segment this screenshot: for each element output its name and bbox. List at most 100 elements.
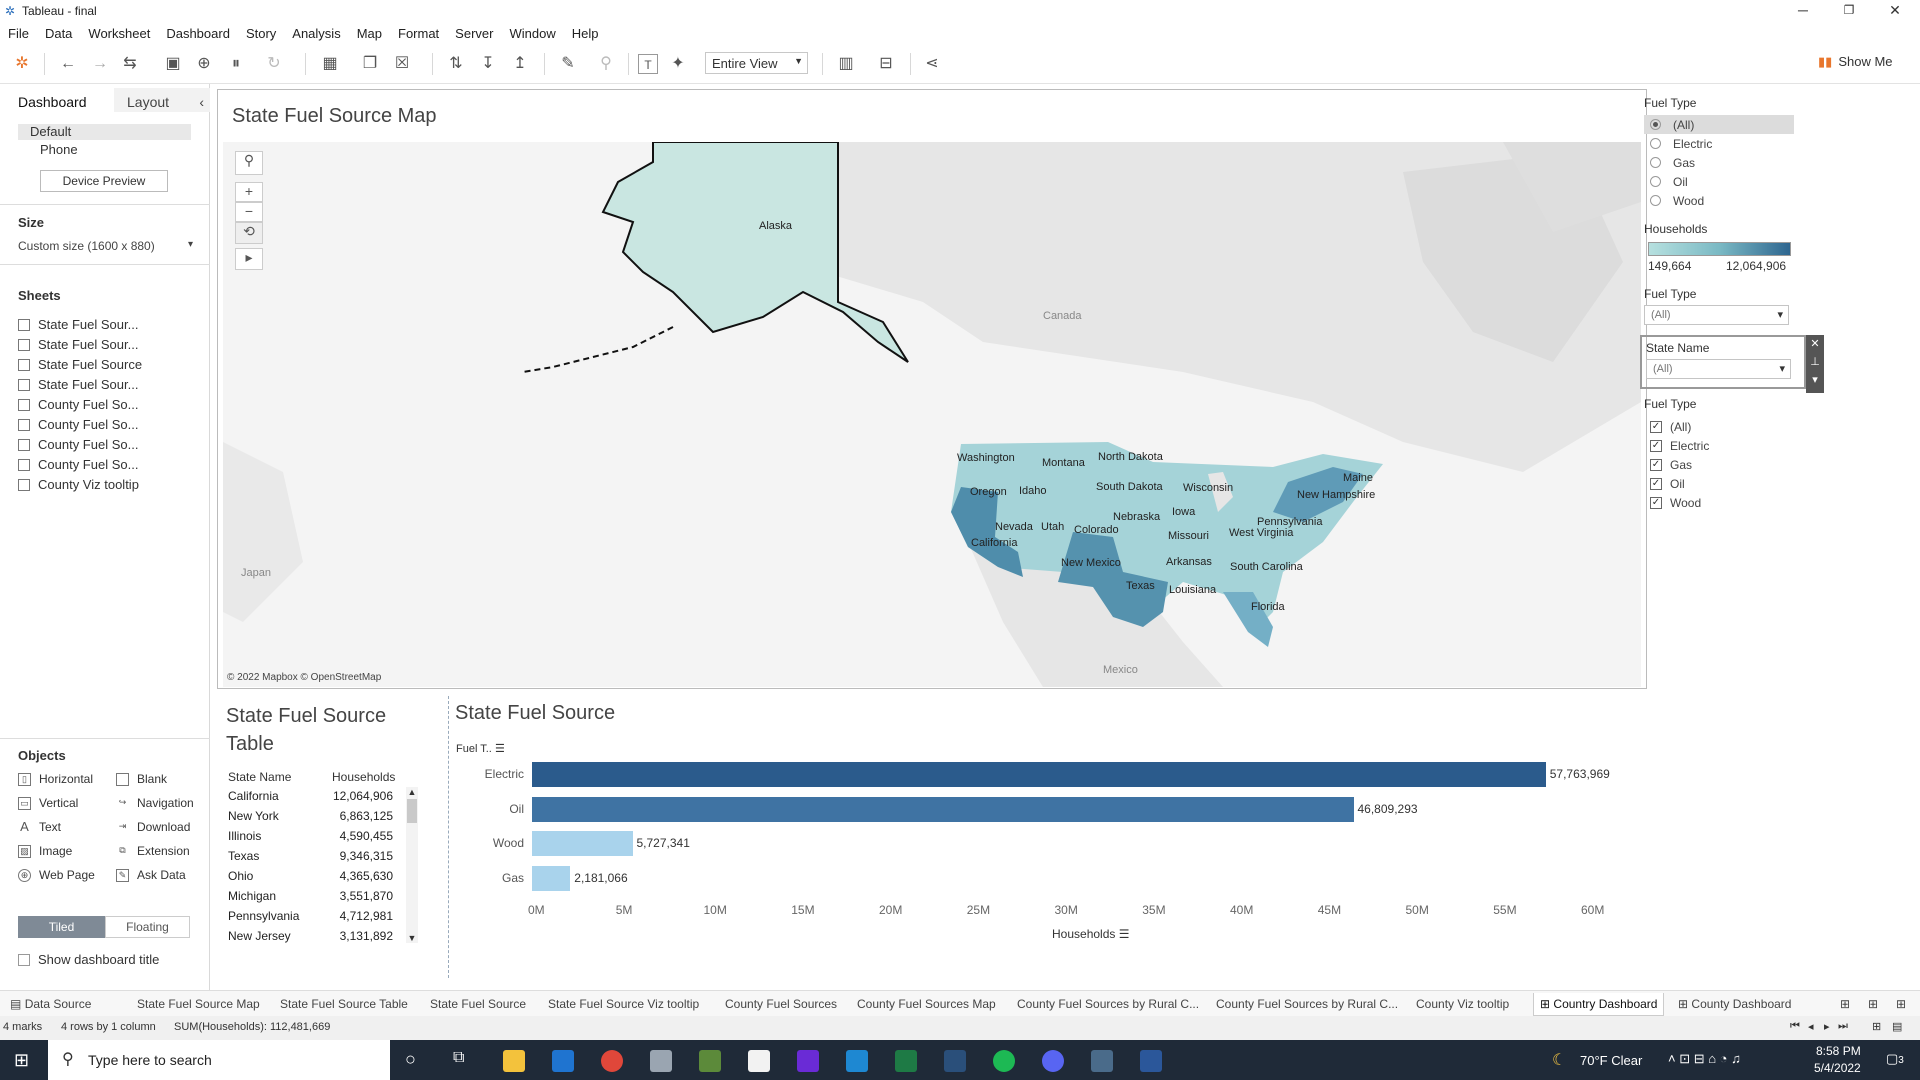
- table-header-state[interactable]: State Name: [228, 770, 291, 784]
- sheet-item[interactable]: County Fuel So...: [18, 437, 138, 452]
- new-worksheet-icon[interactable]: ▦: [320, 54, 340, 74]
- replay-icon[interactable]: ⇆: [120, 54, 140, 74]
- excel-icon[interactable]: [895, 1050, 917, 1072]
- checkbox-option[interactable]: ✓ Gas: [1644, 455, 1804, 474]
- new-dashboard-icon[interactable]: ⊞: [1868, 997, 1878, 1011]
- object-extension[interactable]: ⧉ Extension: [116, 844, 189, 858]
- tab-sheet[interactable]: County Fuel Sources by Rural C...: [1216, 997, 1398, 1011]
- show-cards-icon[interactable]: ▥: [836, 54, 856, 74]
- chevron-down-icon[interactable]: ▾: [1806, 371, 1824, 389]
- scroll-thumb[interactable]: [407, 799, 417, 823]
- pin-icon[interactable]: ⊥: [1806, 353, 1824, 371]
- taskbar-search-box[interactable]: ⚲ Type here to search: [48, 1040, 390, 1080]
- object-image[interactable]: ▨ Image: [18, 844, 72, 858]
- pause-updates-icon[interactable]: ⏸: [226, 54, 246, 74]
- minimize-button[interactable]: ─: [1780, 0, 1826, 22]
- map-frame[interactable]: State Fuel Source Map ⚲ + − ⟲ ▸ Alaska C…: [217, 89, 1647, 689]
- show-me-button[interactable]: ▮▮ Show Me: [1818, 54, 1893, 70]
- collapse-icon[interactable]: ‹: [199, 94, 204, 110]
- maximize-button[interactable]: ❐: [1826, 0, 1872, 22]
- file-explorer-icon[interactable]: [503, 1050, 525, 1072]
- tab-sheet[interactable]: State Fuel Source Map: [137, 997, 260, 1011]
- nav-first-icon[interactable]: ⏮: [1790, 1020, 1800, 1033]
- menu-story[interactable]: Story: [246, 26, 276, 41]
- state-name-filter-card[interactable]: State Name (All) ✕ ⊥ ▾: [1640, 335, 1824, 393]
- sheet-item[interactable]: County Viz tooltip: [18, 477, 139, 492]
- checkbox-option[interactable]: ✓ Wood: [1644, 493, 1804, 512]
- tiled-button[interactable]: Tiled: [18, 916, 105, 938]
- map-toolbar-expand-button[interactable]: ▸: [235, 248, 263, 270]
- mail-icon[interactable]: [552, 1050, 574, 1072]
- cortana-icon[interactable]: ○: [405, 1049, 416, 1070]
- radio-option[interactable]: Electric: [1644, 134, 1804, 153]
- vscode-icon[interactable]: [846, 1050, 868, 1072]
- menu-analysis[interactable]: Analysis: [292, 26, 340, 41]
- menu-format[interactable]: Format: [398, 26, 439, 41]
- object-webpage[interactable]: ⊕ Web Page: [18, 868, 95, 882]
- tab-sheet[interactable]: County Fuel Sources Map: [857, 997, 996, 1011]
- object-blank[interactable]: Blank: [116, 772, 167, 786]
- close-icon[interactable]: ✕: [1806, 335, 1824, 353]
- yahoo-icon[interactable]: [797, 1050, 819, 1072]
- checkbox-option[interactable]: ✓ Oil: [1644, 474, 1804, 493]
- close-button[interactable]: ✕: [1872, 0, 1918, 22]
- tab-sheet[interactable]: County Viz tooltip: [1416, 997, 1509, 1011]
- tab-data-source[interactable]: ▤ Data Source: [10, 997, 91, 1011]
- sort-asc-icon[interactable]: ↧: [478, 54, 498, 74]
- notification-icon[interactable]: ▢3: [1886, 1051, 1904, 1067]
- fit-select[interactable]: Entire View ▼: [705, 52, 808, 74]
- word-icon[interactable]: [1140, 1050, 1162, 1072]
- task-view-icon[interactable]: ⧉: [453, 1049, 464, 1067]
- minecraft-icon[interactable]: [699, 1050, 721, 1072]
- nav-prev-icon[interactable]: ◂: [1808, 1020, 1814, 1033]
- checkbox-option[interactable]: ✓ Electric: [1644, 436, 1804, 455]
- device-preview-button[interactable]: Device Preview: [40, 170, 168, 192]
- share-icon[interactable]: ⋖: [922, 54, 942, 74]
- table-scrollbar[interactable]: ▲ ▼: [406, 787, 418, 943]
- tab-sheet[interactable]: State Fuel Source Table: [280, 997, 408, 1011]
- tableau-home-icon[interactable]: ✲: [12, 54, 32, 74]
- tab-sheet[interactable]: County Fuel Sources: [725, 997, 837, 1011]
- pin-icon[interactable]: ✦: [668, 54, 688, 74]
- list-view-icon[interactable]: ▤: [1892, 1020, 1902, 1033]
- device-phone[interactable]: Phone: [40, 142, 78, 157]
- menu-dashboard[interactable]: Dashboard: [166, 26, 230, 41]
- weather-text[interactable]: 70°F Clear: [1580, 1053, 1642, 1068]
- chrome-icon[interactable]: [601, 1050, 623, 1072]
- sheet-item[interactable]: County Fuel So...: [18, 397, 138, 412]
- radio-option[interactable]: Wood: [1644, 191, 1804, 210]
- menu-help[interactable]: Help: [572, 26, 599, 41]
- tab-dashboard[interactable]: Dashboard: [0, 88, 114, 112]
- sheet-item[interactable]: State Fuel Sour...: [18, 337, 138, 352]
- clock-date[interactable]: 5/4/2022: [1814, 1061, 1861, 1075]
- sort-icon[interactable]: ☰: [495, 743, 505, 755]
- new-sheet-icon[interactable]: ⊞: [1840, 997, 1850, 1011]
- table-header-households[interactable]: Households: [332, 770, 395, 784]
- radio-option[interactable]: Gas: [1644, 153, 1804, 172]
- sort-icon[interactable]: ☰: [1119, 927, 1130, 941]
- highlight-icon[interactable]: ✎: [558, 54, 578, 74]
- fuel-type-dropdown[interactable]: (All): [1644, 305, 1789, 325]
- clear-sheet-icon[interactable]: ☒: [392, 54, 412, 74]
- tab-country-dashboard[interactable]: ⊞ Country Dashboard: [1533, 993, 1665, 1016]
- swap-icon[interactable]: ⇅: [446, 54, 466, 74]
- group-icon[interactable]: ⚲: [596, 54, 616, 74]
- steam-icon[interactable]: [944, 1050, 966, 1072]
- discord-icon[interactable]: [1042, 1050, 1064, 1072]
- new-story-icon[interactable]: ⊞: [1896, 997, 1906, 1011]
- sort-desc-icon[interactable]: ↥: [510, 54, 530, 74]
- bar[interactable]: [532, 762, 1546, 787]
- clock-time[interactable]: 8:58 PM: [1816, 1044, 1861, 1058]
- show-title-checkbox[interactable]: Show dashboard title: [18, 952, 159, 967]
- sheet-item[interactable]: County Fuel So...: [18, 457, 138, 472]
- object-askdata[interactable]: ✎ Ask Data: [116, 868, 186, 882]
- undo-icon[interactable]: ←: [58, 54, 78, 74]
- tab-sheet[interactable]: County Fuel Sources by Rural C...: [1017, 997, 1199, 1011]
- map-canvas[interactable]: ⚲ + − ⟲ ▸ Alaska Canada Japan Mexico Was…: [223, 142, 1641, 687]
- nav-next-icon[interactable]: ▸: [1824, 1020, 1830, 1033]
- menu-worksheet[interactable]: Worksheet: [88, 26, 150, 41]
- bar[interactable]: [532, 796, 1354, 822]
- redo-icon[interactable]: →: [90, 54, 110, 74]
- windows-start-icon[interactable]: ⊞: [14, 1050, 29, 1071]
- sheet-item[interactable]: State Fuel Sour...: [18, 317, 138, 332]
